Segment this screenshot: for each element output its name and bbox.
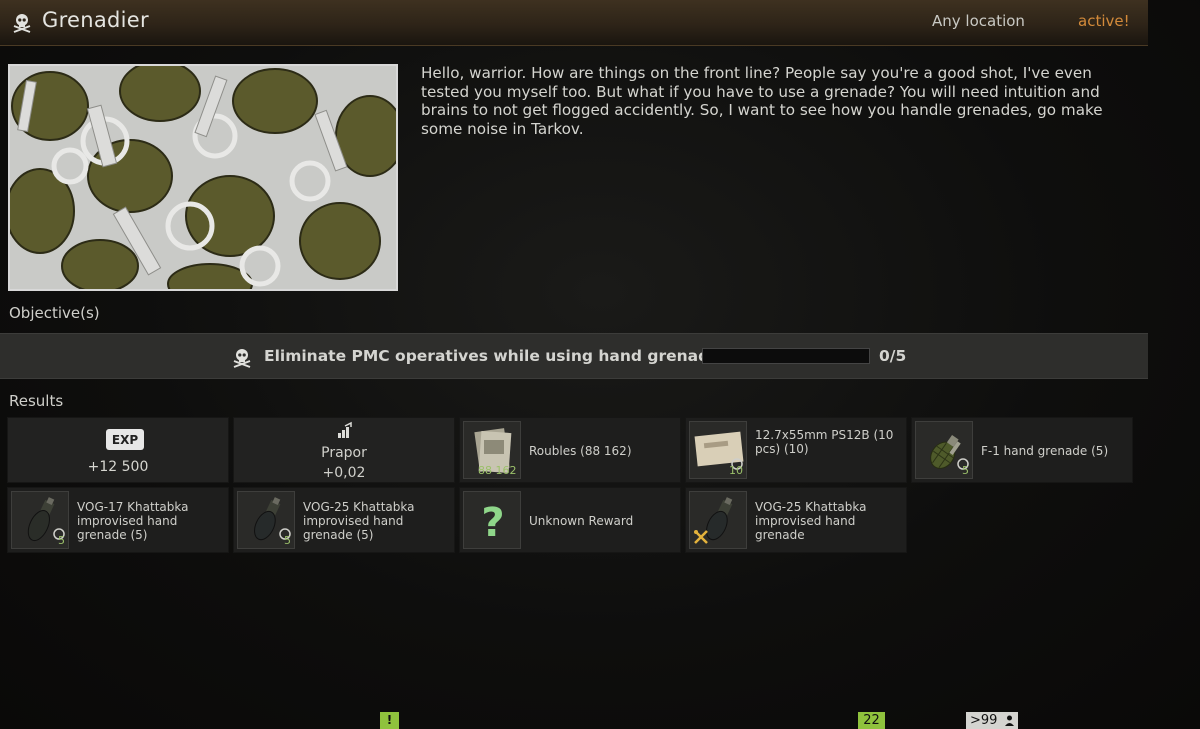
- reward-item[interactable]: 10 12.7x55mm PS12B (10 pcs) (10): [685, 417, 907, 483]
- trader-name: Prapor: [321, 445, 367, 461]
- quest-image: [8, 64, 398, 291]
- reward-item[interactable]: 88 162 Roubles (88 162): [459, 417, 681, 483]
- item-thumbnail: 5: [915, 421, 973, 479]
- reward-item[interactable]: 5 VOG-25 Khattabka improvised hand grena…: [233, 487, 455, 553]
- objective-progress-bar: [702, 348, 870, 364]
- trader-rep-value: +0,02: [322, 465, 366, 481]
- item-count: 88 162: [478, 464, 517, 477]
- exp-value: +12 500: [87, 459, 149, 475]
- item-label: Roubles (88 162): [529, 444, 632, 458]
- reward-item[interactable]: VOG-25 Khattabka improvised hand grenade: [685, 487, 907, 553]
- item-label: VOG-25 Khattabka improvised hand grenade: [755, 500, 867, 542]
- reward-item[interactable]: ? Unknown Reward: [459, 487, 681, 553]
- item-count: 5: [962, 464, 969, 477]
- item-label: VOG-25 Khattabka improvised hand grenade…: [303, 500, 415, 542]
- reward-trader-rep: Prapor +0,02: [233, 417, 455, 483]
- reward-item[interactable]: 5 F-1 hand grenade (5): [911, 417, 1133, 483]
- quest-location: Any location: [932, 12, 1025, 30]
- objective-text: Eliminate PMC operatives while using han…: [264, 347, 729, 365]
- grenades-photo: [10, 66, 396, 289]
- person-icon: [1005, 715, 1014, 726]
- item-thumbnail: 88 162: [463, 421, 521, 479]
- svg-text:?: ?: [481, 500, 504, 546]
- exp-badge: EXP: [106, 429, 144, 450]
- question-mark-icon: ?: [481, 500, 504, 546]
- reward-exp: EXP +12 500: [7, 417, 229, 483]
- quest-header: Grenadier Any location active!: [0, 0, 1148, 46]
- online-count: >99: [970, 713, 998, 728]
- skull-icon: [233, 349, 251, 368]
- quest-panel: Grenadier Any location active! Hello, wa…: [0, 0, 1148, 553]
- level-indicator[interactable]: 22: [858, 712, 885, 729]
- item-count: 5: [58, 534, 65, 547]
- alert-indicator[interactable]: !: [380, 712, 399, 729]
- results-heading: Results: [9, 392, 64, 410]
- objectives-heading: Objective(s): [9, 304, 100, 322]
- crossed-tools-icon: [694, 530, 708, 544]
- item-label: F-1 hand grenade (5): [981, 444, 1109, 458]
- objective-progress-count: 0/5: [879, 347, 907, 365]
- skull-icon: [13, 14, 31, 33]
- item-thumbnail: [689, 491, 747, 549]
- item-thumbnail: ?: [463, 491, 521, 549]
- item-label: Unknown Reward: [529, 514, 634, 528]
- objective-row: Eliminate PMC operatives while using han…: [0, 333, 1148, 379]
- quest-description: Hello, warrior. How are things on the fr…: [421, 64, 1103, 138]
- item-thumbnail: 5: [11, 491, 69, 549]
- quest-status: active!: [1078, 12, 1130, 30]
- item-count: 5: [284, 534, 291, 547]
- item-label: 12.7x55mm PS12B (10 pcs) (10): [755, 428, 894, 456]
- online-players-indicator[interactable]: >99: [966, 712, 1018, 729]
- item-thumbnail: 5: [237, 491, 295, 549]
- item-count: 10: [729, 464, 743, 477]
- quest-title: Grenadier: [42, 8, 149, 32]
- reward-item[interactable]: 5 VOG-17 Khattabka improvised hand grena…: [7, 487, 229, 553]
- bottom-status-bar: ! 22 >99: [0, 700, 1200, 729]
- item-thumbnail: 10: [689, 421, 747, 479]
- item-label: VOG-17 Khattabka improvised hand grenade…: [77, 500, 189, 542]
- rep-increase-icon: [338, 421, 352, 438]
